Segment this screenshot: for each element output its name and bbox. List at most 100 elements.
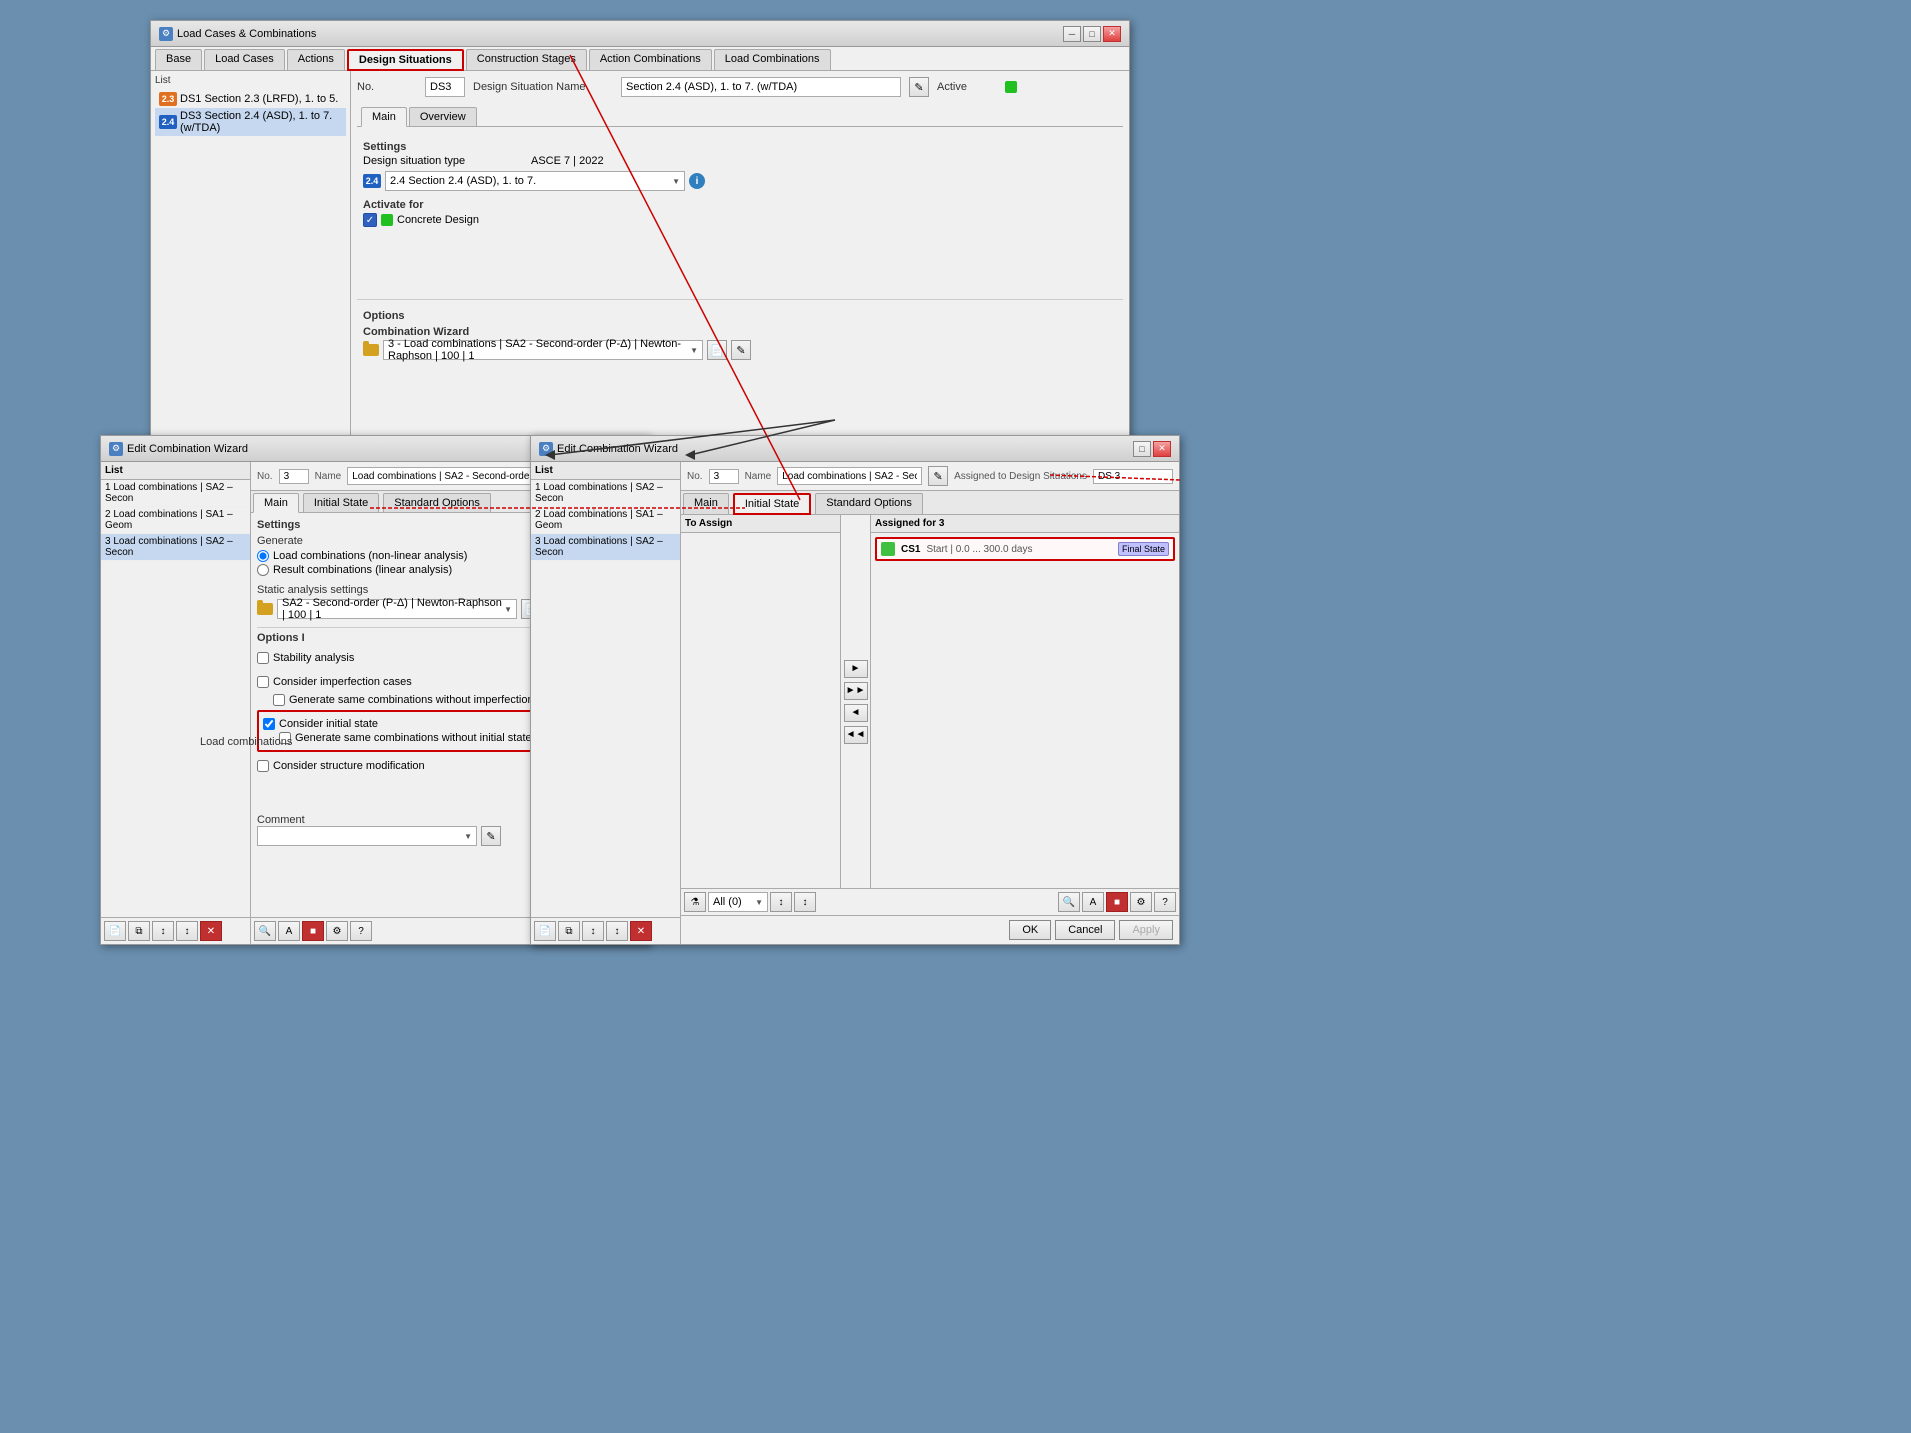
maximize-button[interactable]: □ — [1083, 26, 1101, 42]
ecw-right-maximize[interactable]: □ — [1133, 441, 1151, 457]
initial-state-check[interactable] — [263, 718, 275, 730]
ecw-right-tab-main[interactable]: Main — [683, 493, 729, 514]
result-combinations-radio[interactable] — [257, 564, 269, 576]
ecw-right-main-area: No. Name ✎ Assigned to Design Situations… — [681, 462, 1179, 944]
tab-design-situations[interactable]: Design Situations — [347, 49, 464, 71]
ecw-right-filter-btn[interactable]: ⚗ — [684, 892, 706, 912]
wizard-edit-button[interactable]: ✎ — [731, 340, 751, 360]
ecw-right-item-1[interactable]: 1 Load combinations | SA2 – Secon — [531, 480, 680, 507]
ecw-right-item-3[interactable]: 3 Load combinations | SA2 – Secon — [531, 534, 680, 561]
ecw-left-tab-standard-options[interactable]: Standard Options — [383, 493, 491, 512]
arrow-left-btn[interactable]: ◄ — [844, 704, 868, 722]
ecw-right-assigned-input[interactable] — [1093, 469, 1173, 484]
imperfection-check[interactable] — [257, 676, 269, 688]
ecw-right-close[interactable]: ✕ — [1153, 441, 1171, 457]
ds1-badge: 2.3 — [159, 92, 177, 106]
ds-inner-tabs: Main Overview — [357, 105, 1123, 127]
ds-type-select[interactable]: 2.4 Section 2.4 (ASD), 1. to 7. ▼ — [385, 171, 685, 191]
ecw-right-new-btn[interactable]: 📄 — [534, 921, 556, 941]
tab-actions[interactable]: Actions — [287, 49, 345, 70]
ecw-left-text-btn[interactable]: A — [278, 921, 300, 941]
ecw-right-sort-b-btn[interactable]: ↕ — [794, 892, 816, 912]
ecw-right-tab-initial-state[interactable]: Initial State — [733, 493, 811, 515]
stability-check[interactable] — [257, 652, 269, 664]
load-combinations-radio[interactable] — [257, 550, 269, 562]
ecw-right-red-btn[interactable]: ■ — [1106, 892, 1128, 912]
ecw-right-info-btn[interactable]: ? — [1154, 892, 1176, 912]
ecw-left-item-1[interactable]: 1 Load combinations | SA2 – Secon — [101, 480, 250, 507]
tab-load-combinations[interactable]: Load Combinations — [714, 49, 831, 70]
no-input[interactable] — [425, 77, 465, 97]
static-analysis-select[interactable]: SA2 - Second-order (P-Δ) | Newton-Raphso… — [277, 599, 517, 619]
wizard-select[interactable]: 3 - Load combinations | SA2 - Second-ord… — [383, 340, 703, 360]
options-section: Options Combination Wizard 3 - Load comb… — [357, 299, 1123, 366]
ds-type-dropdown-row: 2.4 2.4 Section 2.4 (ASD), 1. to 7. ▼ i — [363, 171, 1117, 191]
apply-button[interactable]: Apply — [1119, 920, 1173, 940]
main-title-text: Load Cases & Combinations — [177, 28, 316, 40]
ecw-right-settings-btn[interactable]: ⚙ — [1130, 892, 1152, 912]
list-del-btn[interactable]: ✕ — [200, 921, 222, 941]
info-button[interactable]: i — [689, 173, 705, 189]
ecw-right-filter-select[interactable]: All (0) ▼ — [708, 892, 768, 912]
tab-construction-stages[interactable]: Construction Stages — [466, 49, 587, 70]
ecw-right-sort-btn[interactable]: ↕ — [582, 921, 604, 941]
ecw-right-item-2[interactable]: 2 Load combinations | SA1 – Geom — [531, 507, 680, 534]
list-item-ds3[interactable]: 2.4 DS3 Section 2.4 (ASD), 1. to 7. (w/T… — [155, 108, 346, 136]
arrow-right-btn[interactable]: ► — [844, 660, 868, 678]
tab-base[interactable]: Base — [155, 49, 202, 70]
initial-state-same-check[interactable] — [279, 732, 291, 744]
comment-select[interactable]: ▼ — [257, 826, 477, 846]
ecw-right-copy-btn[interactable]: ⧉ — [558, 921, 580, 941]
list-sort-btn[interactable]: ↕ — [152, 921, 174, 941]
ecw-right-controls: □ ✕ — [1133, 441, 1171, 457]
ecw-right-name-edit[interactable]: ✎ — [928, 466, 948, 486]
imperfection-same-check[interactable] — [273, 694, 285, 706]
list-copy-btn[interactable]: ⧉ — [128, 921, 150, 941]
ecw-left-settings-btn[interactable]: ⚙ — [326, 921, 348, 941]
ecw-left-tab-main[interactable]: Main — [253, 493, 299, 513]
ecw-right-sort-a-btn[interactable]: ↕ — [770, 892, 792, 912]
concrete-check[interactable]: ✓ — [363, 213, 377, 227]
stability-label: Stability analysis — [273, 652, 354, 664]
cancel-button[interactable]: Cancel — [1055, 920, 1115, 940]
ds-name-input[interactable] — [621, 77, 901, 97]
ecw-left-tab-initial-state[interactable]: Initial State — [303, 493, 379, 512]
ecw-right-sort2-btn[interactable]: ↕ — [606, 921, 628, 941]
structure-mod-check[interactable] — [257, 760, 269, 772]
ecw-left-no-input[interactable] — [279, 469, 309, 484]
ds-edit-button[interactable]: ✎ — [909, 77, 929, 97]
list-new-btn[interactable]: 📄 — [104, 921, 126, 941]
ecw-right-name-input[interactable] — [777, 467, 922, 485]
list-sort2-btn[interactable]: ↕ — [176, 921, 198, 941]
ds-tab-main[interactable]: Main — [361, 107, 407, 127]
filter-select-text: All (0) — [713, 896, 742, 908]
tab-loadcases[interactable]: Load Cases — [204, 49, 285, 70]
list-item-ds1[interactable]: 2.3 DS1 Section 2.3 (LRFD), 1. to 5. — [155, 90, 346, 108]
ecw-right-search-btn[interactable]: 🔍 — [1058, 892, 1080, 912]
ds-tab-overview[interactable]: Overview — [409, 107, 477, 126]
ecw-right-main-buttons: 🔍 A ■ ⚙ ? — [1058, 892, 1176, 912]
tab-action-combinations[interactable]: Action Combinations — [589, 49, 712, 70]
wizard-new-button[interactable]: 📄 — [707, 340, 727, 360]
ecw-right-header-row: No. Name ✎ Assigned to Design Situations — [681, 462, 1179, 491]
static-analysis-select-text: SA2 - Second-order (P-Δ) | Newton-Raphso… — [282, 597, 504, 621]
ecw-left-red-btn[interactable]: ■ — [302, 921, 324, 941]
ecw-left-info-btn[interactable]: ? — [350, 921, 372, 941]
ecw-left-item-3[interactable]: 3 Load combinations | SA2 – Secon — [101, 534, 250, 561]
ecw-left-name-label: Name — [315, 471, 342, 482]
ecw-right-text-btn[interactable]: A — [1082, 892, 1104, 912]
ok-button[interactable]: OK — [1009, 920, 1051, 940]
ds-type-label: Design situation type — [363, 155, 523, 167]
minimize-button[interactable]: ─ — [1063, 26, 1081, 42]
ecw-right-content: List 1 Load combinations | SA2 – Secon 2… — [531, 462, 1179, 944]
dialog-bottom-bar: OK Cancel Apply — [681, 915, 1179, 944]
ecw-left-item-2[interactable]: 2 Load combinations | SA1 – Geom — [101, 507, 250, 534]
ecw-left-search-btn[interactable]: 🔍 — [254, 921, 276, 941]
close-button[interactable]: ✕ — [1103, 26, 1121, 42]
arrow-right-all-btn[interactable]: ►► — [844, 682, 868, 700]
ecw-right-del-btn[interactable]: ✕ — [630, 921, 652, 941]
comment-edit-btn[interactable]: ✎ — [481, 826, 501, 846]
ecw-right-tab-standard-options[interactable]: Standard Options — [815, 493, 923, 514]
ecw-right-no-input[interactable] — [709, 469, 739, 484]
arrow-left-all-btn[interactable]: ◄◄ — [844, 726, 868, 744]
